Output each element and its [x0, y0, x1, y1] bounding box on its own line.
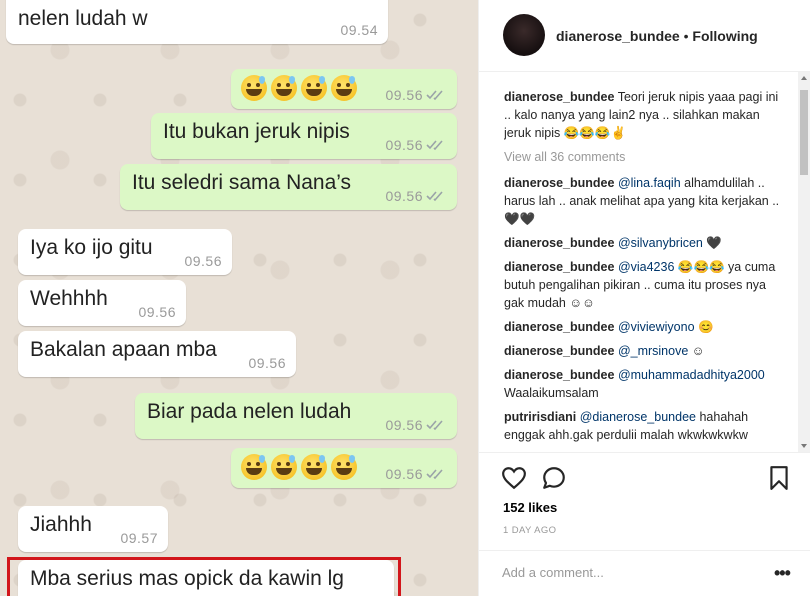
message-out: 09.56 — [231, 448, 457, 488]
message-in: Bakalan apaan mba 09.56 — [18, 331, 296, 377]
message-out: Itu bukan jeruk nipis 09.56 — [151, 113, 457, 159]
comment: dianerose_bundee @lina.faqih alhamdulila… — [504, 174, 784, 228]
sweat-smile-emoji-icon — [331, 454, 357, 480]
message-text: Iya ko ijo gitu — [30, 236, 153, 259]
scrollbar-thumb[interactable] — [800, 90, 808, 175]
comment-username[interactable]: putririsdiani — [504, 410, 576, 424]
comment: dianerose_bundee @via4236 😂😂😂 ya cuma bu… — [504, 258, 784, 312]
emoji-row — [241, 454, 357, 480]
comment-text: Waalaikumsalam — [504, 386, 599, 400]
message-text: Wehhhh — [30, 287, 108, 310]
message-time: 09.56 — [138, 304, 176, 320]
bookmark-icon[interactable] — [766, 465, 792, 491]
sweat-smile-emoji-icon — [271, 454, 297, 480]
message-text: nelen ludah w — [18, 7, 148, 30]
comment-mention[interactable]: @lina.faqih — [618, 176, 681, 190]
comment-mention[interactable]: @_mrsinove — [618, 344, 688, 358]
message-time: 09.56 — [385, 466, 423, 482]
message-in: Iya ko ijo gitu 09.56 — [18, 229, 232, 275]
caption: dianerose_bundee Teori jeruk nipis yaaa … — [504, 88, 784, 142]
message-time: 09.56 — [385, 188, 423, 204]
comment-mention[interactable]: @silvanybricen — [618, 236, 703, 250]
comment-text: 😊 — [694, 320, 714, 334]
heart-icon[interactable] — [501, 465, 527, 491]
message-text: Itu bukan jeruk nipis — [163, 120, 350, 143]
emoji-row — [241, 75, 357, 101]
comment-mention[interactable]: @muhammadadhitya2000 — [618, 368, 765, 382]
message-in: nelen ludah w 09.54 — [6, 0, 388, 44]
double-check-icon — [426, 191, 443, 202]
message-text: Jiahhh — [30, 513, 92, 536]
comment: dianerose_bundee @silvanybricen 🖤 — [504, 234, 784, 252]
double-check-icon — [426, 420, 443, 431]
header-separator: • — [679, 28, 693, 44]
message-time: 09.54 — [340, 22, 378, 38]
add-comment-input[interactable] — [502, 565, 752, 580]
message-in: Wehhhh 09.56 — [18, 280, 186, 326]
message-out: Itu seledri sama Nana’s 09.56 — [120, 164, 457, 210]
message-time: 09.56 — [248, 355, 286, 371]
comment-username[interactable]: dianerose_bundee — [504, 260, 614, 274]
message-out: 09.56 — [231, 69, 457, 109]
message-in: Jiahhh 09.57 — [18, 506, 168, 552]
message-time: 09.56 — [385, 417, 423, 433]
message-text: Bakalan apaan mba — [30, 338, 217, 361]
sweat-smile-emoji-icon — [301, 75, 327, 101]
message-text: Itu seledri sama Nana’s — [132, 171, 352, 194]
comment: dianerose_bundee @viviewiyono 😊 — [504, 318, 784, 336]
comment-mention[interactable]: @viviewiyono — [618, 320, 695, 334]
post-header: dianerose_bundee • Following — [479, 0, 810, 72]
sweat-smile-emoji-icon — [331, 75, 357, 101]
double-check-icon — [426, 90, 443, 101]
comment: putririsdiani @dianerose_bundee hahahah … — [504, 408, 784, 444]
comment: dianerose_bundee @muhammadadhitya2000 Wa… — [504, 366, 784, 402]
more-options-icon[interactable]: ••• — [774, 563, 791, 584]
comments-list: dianerose_bundee Teori jeruk nipis yaaa … — [504, 88, 784, 452]
message-time: 09.57 — [120, 530, 158, 546]
sweat-smile-emoji-icon — [271, 75, 297, 101]
post-timestamp: 1 DAY AGO — [503, 525, 557, 536]
comment-username[interactable]: dianerose_bundee — [504, 176, 614, 190]
double-check-icon — [426, 140, 443, 151]
message-time: 09.56 — [184, 253, 222, 269]
view-all-comments-link[interactable]: View all 36 comments — [504, 148, 784, 166]
following-button[interactable]: Following — [692, 28, 757, 44]
caption-username[interactable]: dianerose_bundee — [504, 90, 614, 104]
highlight-box — [7, 557, 401, 596]
sweat-smile-emoji-icon — [301, 454, 327, 480]
post-actions: 152 likes 1 DAY AGO — [478, 452, 810, 550]
comment-mention[interactable]: @via4236 — [618, 260, 674, 274]
comment-username[interactable]: dianerose_bundee — [504, 320, 614, 334]
message-time: 09.56 — [385, 87, 423, 103]
header-line: dianerose_bundee • Following — [556, 28, 758, 44]
avatar[interactable] — [503, 14, 545, 56]
comment-username[interactable]: dianerose_bundee — [504, 368, 614, 382]
message-time: 09.56 — [385, 137, 423, 153]
comment-icon[interactable] — [541, 465, 567, 491]
double-check-icon — [426, 469, 443, 480]
sweat-smile-emoji-icon — [241, 75, 267, 101]
comment-mention[interactable]: @dianerose_bundee — [580, 410, 696, 424]
comment-text: ☺ — [688, 344, 705, 358]
scroll-down-arrow-icon[interactable] — [801, 444, 807, 448]
message-text: Biar pada nelen ludah — [147, 400, 352, 423]
add-comment-bar: ••• — [478, 550, 810, 596]
comment: dianerose_bundee @_mrsinove ☺ — [504, 342, 784, 360]
message-out: Biar pada nelen ludah 09.56 — [135, 393, 457, 439]
header-username[interactable]: dianerose_bundee — [556, 28, 680, 44]
sweat-smile-emoji-icon — [241, 454, 267, 480]
comment-username[interactable]: dianerose_bundee — [504, 236, 614, 250]
chat-screenshot: nelen ludah w 09.54 09.56 Itu bukan jeru… — [0, 0, 478, 596]
comment-username[interactable]: dianerose_bundee — [504, 344, 614, 358]
comment-text: 🖤 — [702, 236, 722, 250]
likes-count[interactable]: 152 likes — [503, 500, 557, 515]
scroll-up-arrow-icon[interactable] — [801, 76, 807, 80]
